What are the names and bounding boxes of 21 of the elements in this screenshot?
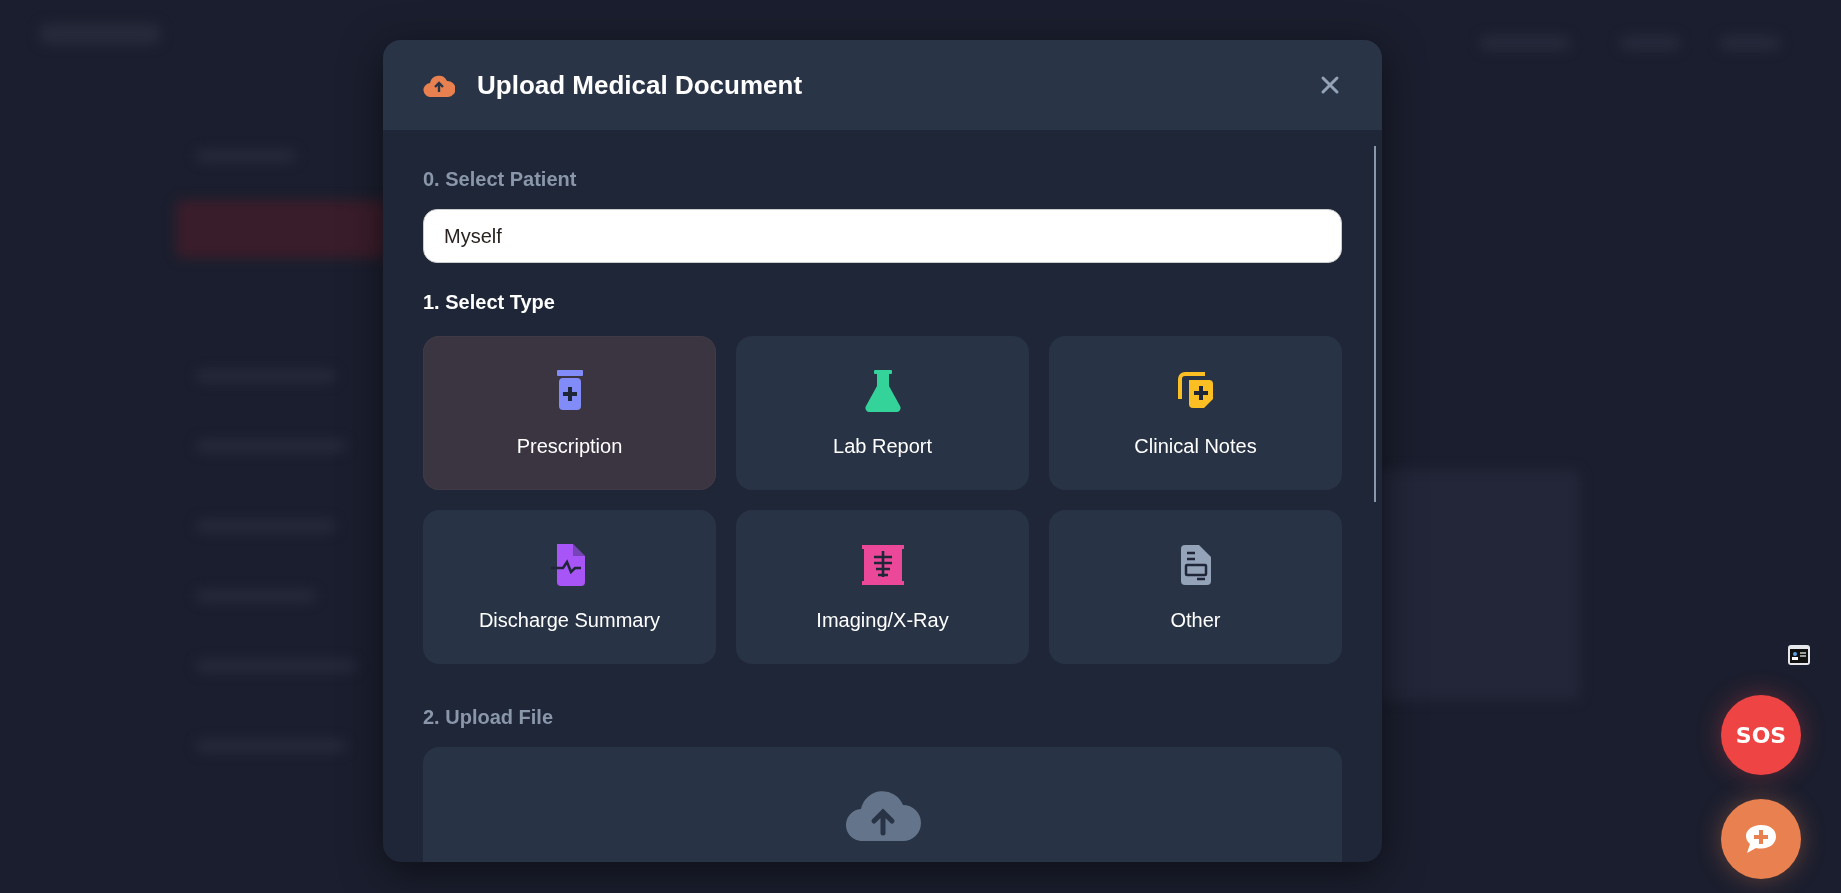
medical-chat-button[interactable] xyxy=(1721,799,1801,879)
document-type-card[interactable]: Prescription xyxy=(423,336,716,490)
document-type-card[interactable]: Clinical Notes xyxy=(1049,336,1342,490)
document-type-card[interactable]: Lab Report xyxy=(736,336,1029,490)
medical-notes-icon xyxy=(1175,370,1216,411)
document-icon xyxy=(1180,544,1211,585)
section-label: 0. Select Patient xyxy=(423,168,578,191)
chat-plus-icon xyxy=(1744,824,1778,854)
document-type-card[interactable]: Other xyxy=(1049,510,1342,664)
section-label: 2. Upload File xyxy=(423,706,555,729)
xray-icon xyxy=(861,544,904,585)
modal-title: Upload Medical Document xyxy=(477,69,804,101)
flask-icon xyxy=(863,369,902,412)
id-card-icon[interactable] xyxy=(1787,643,1811,667)
document-type-card[interactable]: Imaging/X-Ray xyxy=(736,510,1029,664)
cloud-upload-icon xyxy=(423,73,455,97)
patient-select-field[interactable]: Myself xyxy=(423,209,1342,263)
medicine-bottle-icon xyxy=(555,369,584,412)
section-label: 1. Select Type xyxy=(423,291,556,314)
sos-button[interactable]: SOS xyxy=(1721,695,1801,775)
document-type-card[interactable]: Discharge Summary xyxy=(423,510,716,664)
